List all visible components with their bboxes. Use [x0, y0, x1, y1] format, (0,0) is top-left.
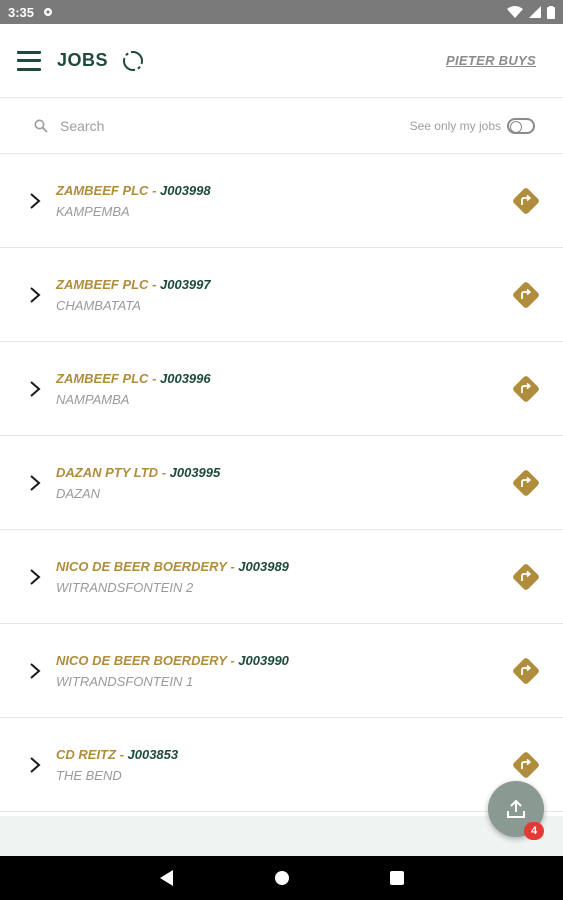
job-site: WITRANDSFONTEIN 2	[56, 579, 194, 595]
job-client: CD REITZ	[56, 746, 116, 762]
job-site: THE BEND	[56, 767, 122, 783]
my-jobs-filter: See only my jobs	[410, 118, 535, 134]
job-number: J003998	[160, 182, 211, 198]
signal-icon	[529, 6, 541, 18]
job-separator: -	[148, 182, 161, 198]
chevron-right-icon[interactable]	[28, 662, 42, 680]
chevron-right-icon[interactable]	[28, 568, 42, 586]
job-number: J003853	[127, 746, 179, 762]
search-bar: See only my jobs	[0, 99, 563, 154]
job-site: WITRANDSFONTEIN 1	[56, 673, 194, 689]
job-client: ZAMBEEF PLC	[56, 276, 149, 292]
my-jobs-label: See only my jobs	[409, 119, 501, 133]
directions-icon[interactable]	[511, 656, 541, 686]
back-icon[interactable]	[159, 870, 174, 886]
directions-icon[interactable]	[511, 468, 541, 498]
directions-icon[interactable]	[511, 750, 541, 780]
job-row[interactable]: NICO DE BEER BOERDERY - J003990 WITRANDS…	[0, 624, 563, 718]
upload-icon	[507, 799, 525, 818]
search-input[interactable]	[58, 117, 262, 135]
directions-icon[interactable]	[511, 562, 541, 592]
job-client: ZAMBEEF PLC	[56, 182, 149, 198]
wifi-icon	[507, 6, 523, 18]
user-name-link[interactable]: PIETER BUYS	[446, 53, 536, 68]
job-info: NICO DE BEER BOERDERY - J003989 WITRANDS…	[56, 559, 289, 595]
job-separator: -	[115, 746, 128, 762]
system-nav-bar	[0, 856, 563, 900]
job-info: ZAMBEEF PLC - J003997 CHAMBATATA	[56, 277, 211, 313]
chevron-right-icon[interactable]	[28, 192, 42, 210]
sync-icon[interactable]	[122, 50, 144, 72]
upload-count-badge: 4	[524, 822, 544, 840]
job-number: J003997	[160, 276, 211, 292]
my-jobs-toggle[interactable]	[507, 118, 535, 134]
settings-icon	[44, 8, 53, 16]
directions-icon[interactable]	[511, 280, 541, 310]
job-row[interactable]: ZAMBEEF PLC - J003996 NAMPAMBA	[0, 342, 563, 436]
job-title: ZAMBEEF PLC - J003998	[56, 183, 211, 198]
job-row[interactable]: ZAMBEEF PLC - J003998 KAMPEMBA	[0, 154, 563, 248]
job-separator: -	[148, 276, 161, 292]
job-client: ZAMBEEF PLC	[56, 370, 149, 386]
job-info: NICO DE BEER BOERDERY - J003990 WITRANDS…	[56, 653, 289, 689]
status-bar: 3:35	[0, 0, 563, 24]
job-title: DAZAN PTY LTD - J003995	[56, 465, 220, 480]
job-row[interactable]: DAZAN PTY LTD - J003995 DAZAN	[0, 436, 563, 530]
job-row[interactable]: CD REITZ - J003853 THE BEND	[0, 718, 563, 812]
job-client: DAZAN PTY LTD	[56, 464, 159, 480]
chevron-right-icon[interactable]	[28, 474, 42, 492]
recents-icon[interactable]	[389, 871, 404, 885]
job-title: ZAMBEEF PLC - J003996	[56, 371, 211, 386]
job-info: ZAMBEEF PLC - J003998 KAMPEMBA	[56, 183, 211, 219]
list-footer	[0, 816, 563, 856]
job-title: ZAMBEEF PLC - J003997	[56, 277, 211, 292]
menu-icon[interactable]	[17, 50, 41, 71]
job-number: J003990	[238, 652, 289, 668]
job-separator: -	[226, 652, 239, 668]
job-site: DAZAN	[56, 485, 101, 501]
job-number: J003996	[160, 370, 211, 386]
search-icon	[34, 119, 48, 133]
chevron-right-icon[interactable]	[28, 286, 42, 304]
job-site: CHAMBATATA	[56, 297, 141, 313]
job-info: DAZAN PTY LTD - J003995 DAZAN	[56, 465, 220, 501]
job-separator: -	[148, 370, 161, 386]
job-title: CD REITZ - J003853	[56, 747, 178, 762]
directions-icon[interactable]	[511, 186, 541, 216]
job-client: NICO DE BEER BOERDERY	[56, 652, 227, 668]
job-number: J003995	[169, 464, 221, 480]
job-row[interactable]: NICO DE BEER BOERDERY - J003989 WITRANDS…	[0, 530, 563, 624]
job-title: NICO DE BEER BOERDERY - J003990	[56, 653, 289, 668]
job-list: ZAMBEEF PLC - J003998 KAMPEMBA ZAMBEEF P…	[0, 154, 563, 812]
job-row[interactable]: ZAMBEEF PLC - J003997 CHAMBATATA	[0, 248, 563, 342]
app-bar: JOBS PIETER BUYS	[0, 24, 563, 98]
job-number: J003989	[238, 558, 289, 574]
job-info: CD REITZ - J003853 THE BEND	[56, 747, 178, 783]
job-separator: -	[226, 558, 239, 574]
job-separator: -	[158, 464, 170, 480]
job-site: NAMPAMBA	[56, 391, 130, 407]
job-site: KAMPEMBA	[56, 203, 130, 219]
battery-icon	[547, 5, 555, 19]
chevron-right-icon[interactable]	[28, 380, 42, 398]
home-icon[interactable]	[274, 870, 290, 886]
chevron-right-icon[interactable]	[28, 756, 42, 774]
page-title: JOBS	[57, 50, 109, 70]
job-info: ZAMBEEF PLC - J003996 NAMPAMBA	[56, 371, 211, 407]
job-client: NICO DE BEER BOERDERY	[56, 558, 227, 574]
job-title: NICO DE BEER BOERDERY - J003989	[56, 559, 289, 574]
status-time: 3:35	[8, 4, 35, 20]
directions-icon[interactable]	[511, 374, 541, 404]
